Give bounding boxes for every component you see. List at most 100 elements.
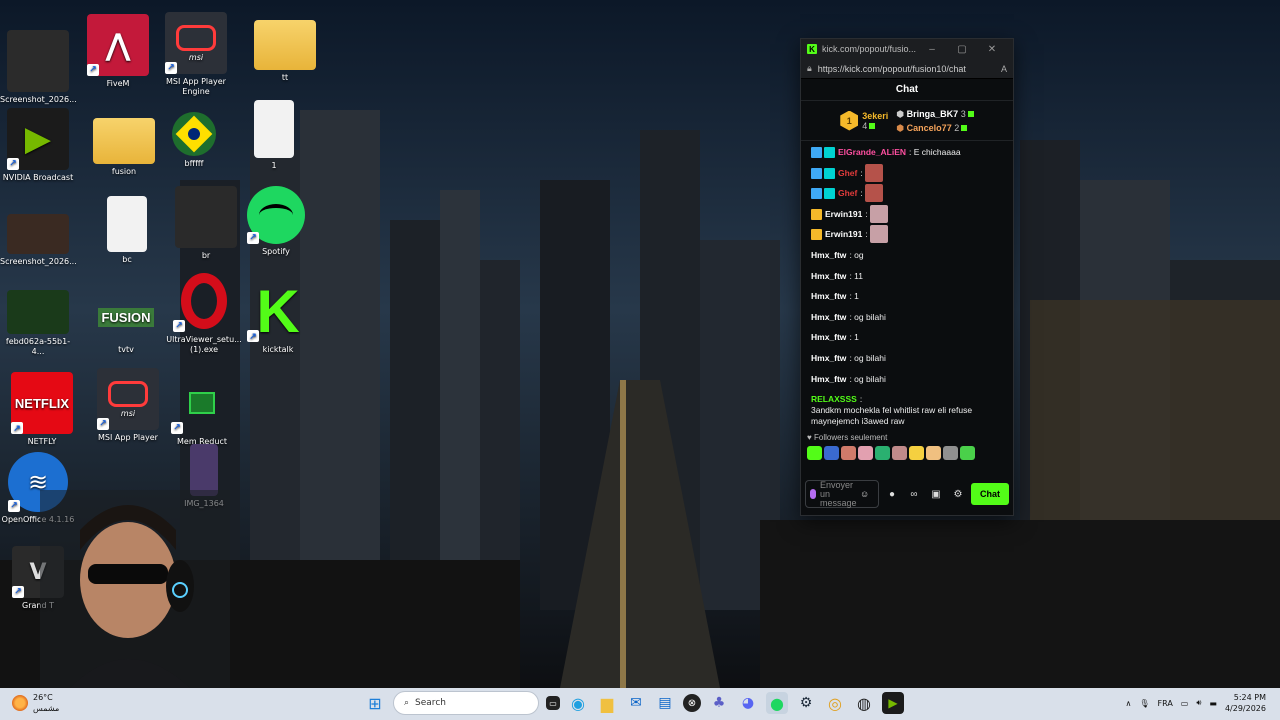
- desktop-icon-febd[interactable]: febd062a-55b1-4...: [0, 290, 76, 357]
- spotify-taskbar-icon[interactable]: ●: [766, 692, 788, 714]
- volume-icon[interactable]: 🔊︎: [1196, 698, 1201, 708]
- top-gifter-first[interactable]: 1 3ekeri 4: [840, 110, 888, 131]
- task-view-icon[interactable]: ▭: [546, 696, 560, 710]
- chat-username[interactable]: Hmx_ftw: [811, 332, 846, 343]
- quick-emote-icon[interactable]: [824, 446, 839, 461]
- emoji-icon[interactable]: ☺: [860, 489, 869, 499]
- emote-picker-icon[interactable]: ●: [883, 489, 901, 500]
- chat-username[interactable]: RELAXSSS: [811, 394, 857, 405]
- desktop-icon-kicktalk[interactable]: K ↗ kicktalk: [240, 278, 316, 355]
- maximize-icon[interactable]: ▢: [947, 44, 977, 55]
- language-indicator[interactable]: FRA: [1157, 699, 1172, 708]
- chat-username[interactable]: Hmx_ftw: [811, 374, 846, 385]
- top-gifters-others: ⬢ Bringa_BK7 3 ⬢ Cancelo77 2: [896, 107, 974, 135]
- desktop-icon-mem-reduct[interactable]: ↗ Mem Reduct: [164, 372, 240, 447]
- quick-emote-icon[interactable]: [960, 446, 975, 461]
- quick-emote-icon[interactable]: [807, 446, 822, 461]
- desktop-icon-msi-player[interactable]: msi ↗ MSI App Player: [90, 368, 166, 443]
- window-titlebar[interactable]: K kick.com/popout/fusio... – ▢ ✕: [801, 39, 1013, 59]
- clock[interactable]: 5:24 PM 4/29/2026: [1225, 692, 1266, 714]
- chat-popout-window[interactable]: K kick.com/popout/fusio... – ▢ ✕ 🔒︎ http…: [800, 38, 1014, 516]
- store-icon[interactable]: ▣: [927, 489, 945, 500]
- taskbar: 26°C مشمس ⊞ ⌕ Search ▭ ◉ ▆ ✉ ▤ ⊗ ♣ ◕ ● ⚙…: [0, 688, 1280, 720]
- quick-emote-icon[interactable]: [909, 446, 924, 461]
- chat-send-button[interactable]: Chat: [971, 483, 1009, 505]
- chat-username[interactable]: Hmx_ftw: [811, 312, 846, 323]
- steam-icon[interactable]: ⚙: [795, 692, 817, 714]
- desktop-icon-screenshot-2[interactable]: Screenshot_2026...: [0, 214, 77, 267]
- quick-emote-icon[interactable]: [841, 446, 856, 461]
- nvidia-broadcast-taskbar-icon[interactable]: ▶: [882, 692, 904, 714]
- chrome-icon[interactable]: ◎: [824, 692, 846, 714]
- desktop-icon-spotify[interactable]: ↗ Spotify: [238, 186, 314, 257]
- taskbar-search[interactable]: ⌕ Search: [393, 691, 539, 715]
- chat-username[interactable]: Erwin191: [825, 229, 862, 240]
- chat-username[interactable]: ElGrande_ALiEN: [838, 147, 906, 158]
- quick-emote-icon[interactable]: [875, 446, 890, 461]
- file-explorer-icon[interactable]: ▆: [596, 692, 618, 714]
- quick-emote-icon[interactable]: [926, 446, 941, 461]
- desktop-icon-fivem[interactable]: ⋀ ↗ FiveM: [80, 14, 156, 89]
- gold-medal-icon: 1: [840, 110, 859, 131]
- tray-overflow-chevron-icon[interactable]: ∧: [1125, 699, 1131, 708]
- store-app-icon[interactable]: ▤: [654, 692, 676, 714]
- desktop-icon-br[interactable]: br: [168, 186, 244, 261]
- emote-quick-row[interactable]: [801, 444, 1013, 462]
- desktop-icon-tt[interactable]: tt: [247, 14, 323, 83]
- weather-desc: مشمس: [33, 704, 60, 713]
- desktop-icon-fusion-folder[interactable]: fusion: [86, 118, 162, 177]
- url-text[interactable]: https://kick.com/popout/fusion10/chat: [818, 64, 1001, 74]
- chat-emote-icon: [865, 184, 884, 203]
- teams-icon[interactable]: ♣: [708, 692, 730, 714]
- chat-username[interactable]: Hmx_ftw: [811, 353, 846, 364]
- top-gifter-second[interactable]: ⬢ Bringa_BK7 3: [896, 107, 974, 121]
- chat-username[interactable]: Ghef: [838, 168, 857, 179]
- network-icon[interactable]: ▭: [1181, 699, 1189, 708]
- chat-username[interactable]: Hmx_ftw: [811, 271, 846, 282]
- address-bar[interactable]: 🔒︎ https://kick.com/popout/fusion10/chat…: [801, 59, 1013, 79]
- chat-emote-icon: [870, 204, 889, 223]
- obs-icon[interactable]: ◍: [853, 692, 875, 714]
- settings-gear-icon[interactable]: ⚙: [949, 489, 967, 500]
- desktop-icon-doc-1[interactable]: 1: [236, 100, 312, 171]
- chat-username[interactable]: Erwin191: [825, 209, 862, 220]
- gift-icon: [967, 110, 974, 117]
- read-aloud-icon[interactable]: A: [1001, 64, 1007, 74]
- desktop-icon-netfly[interactable]: NETFLIX ↗ NETFLY: [4, 372, 80, 447]
- chat-input[interactable]: Envoyer un message ☺: [805, 480, 879, 508]
- desktop-icon-msi-engine[interactable]: msi ↗ MSI App Player Engine: [158, 12, 234, 97]
- desktop-icon-ultraviewer[interactable]: ↗ UltraViewer_setu... (1).exe: [166, 270, 242, 355]
- close-icon[interactable]: ✕: [977, 44, 1007, 55]
- discord-icon[interactable]: ◕: [737, 692, 759, 714]
- top-gifter-third[interactable]: ⬢ Cancelo77 2: [896, 121, 973, 135]
- chat-username[interactable]: Hmx_ftw: [811, 250, 846, 261]
- desktop-icon-tvtv[interactable]: FUSION tvtv: [88, 292, 164, 355]
- battery-icon[interactable]: ▬: [1209, 699, 1217, 708]
- nvidia-broadcast-icon: ▶ ↗: [7, 108, 69, 170]
- weather-widget[interactable]: 26°C مشمس: [12, 692, 59, 714]
- microphone-icon[interactable]: [810, 489, 816, 499]
- quick-emote-icon[interactable]: [858, 446, 873, 461]
- shortcut-arrow-icon: ↗: [247, 232, 259, 244]
- weather-temp: 26°C: [33, 693, 53, 702]
- spotify-icon: ↗: [247, 186, 305, 244]
- chat-username[interactable]: Ghef: [838, 188, 857, 199]
- chat-message-text: 1: [854, 332, 859, 343]
- outlook-icon[interactable]: ✉: [625, 692, 647, 714]
- edge-icon[interactable]: ◉: [567, 692, 589, 714]
- quick-emote-icon[interactable]: [943, 446, 958, 461]
- user-badges: [811, 208, 822, 220]
- desktop-icon-screenshot-1[interactable]: Screenshot_2026...: [0, 30, 77, 105]
- chat-message-list[interactable]: ElGrande_ALiEN: E chichaaaa Ghef: Ghef: E…: [801, 141, 1013, 427]
- windows-start-icon[interactable]: ⊞: [364, 692, 386, 714]
- microphone-tray-icon[interactable]: 🎙︎: [1139, 699, 1149, 708]
- infinity-icon[interactable]: ∞: [905, 489, 923, 500]
- gifter-name: Cancelo77: [906, 122, 952, 133]
- chat-username[interactable]: Hmx_ftw: [811, 291, 846, 302]
- quick-emote-icon[interactable]: [892, 446, 907, 461]
- desktop-icon-bfffff[interactable]: bfffff: [156, 112, 232, 169]
- minimize-icon[interactable]: –: [917, 44, 947, 55]
- desktop-icon-nvidia-broadcast[interactable]: ▶ ↗ NVIDIA Broadcast: [0, 108, 76, 183]
- xbox-icon[interactable]: ⊗: [683, 694, 701, 712]
- desktop-icon-bc[interactable]: bc: [89, 196, 165, 265]
